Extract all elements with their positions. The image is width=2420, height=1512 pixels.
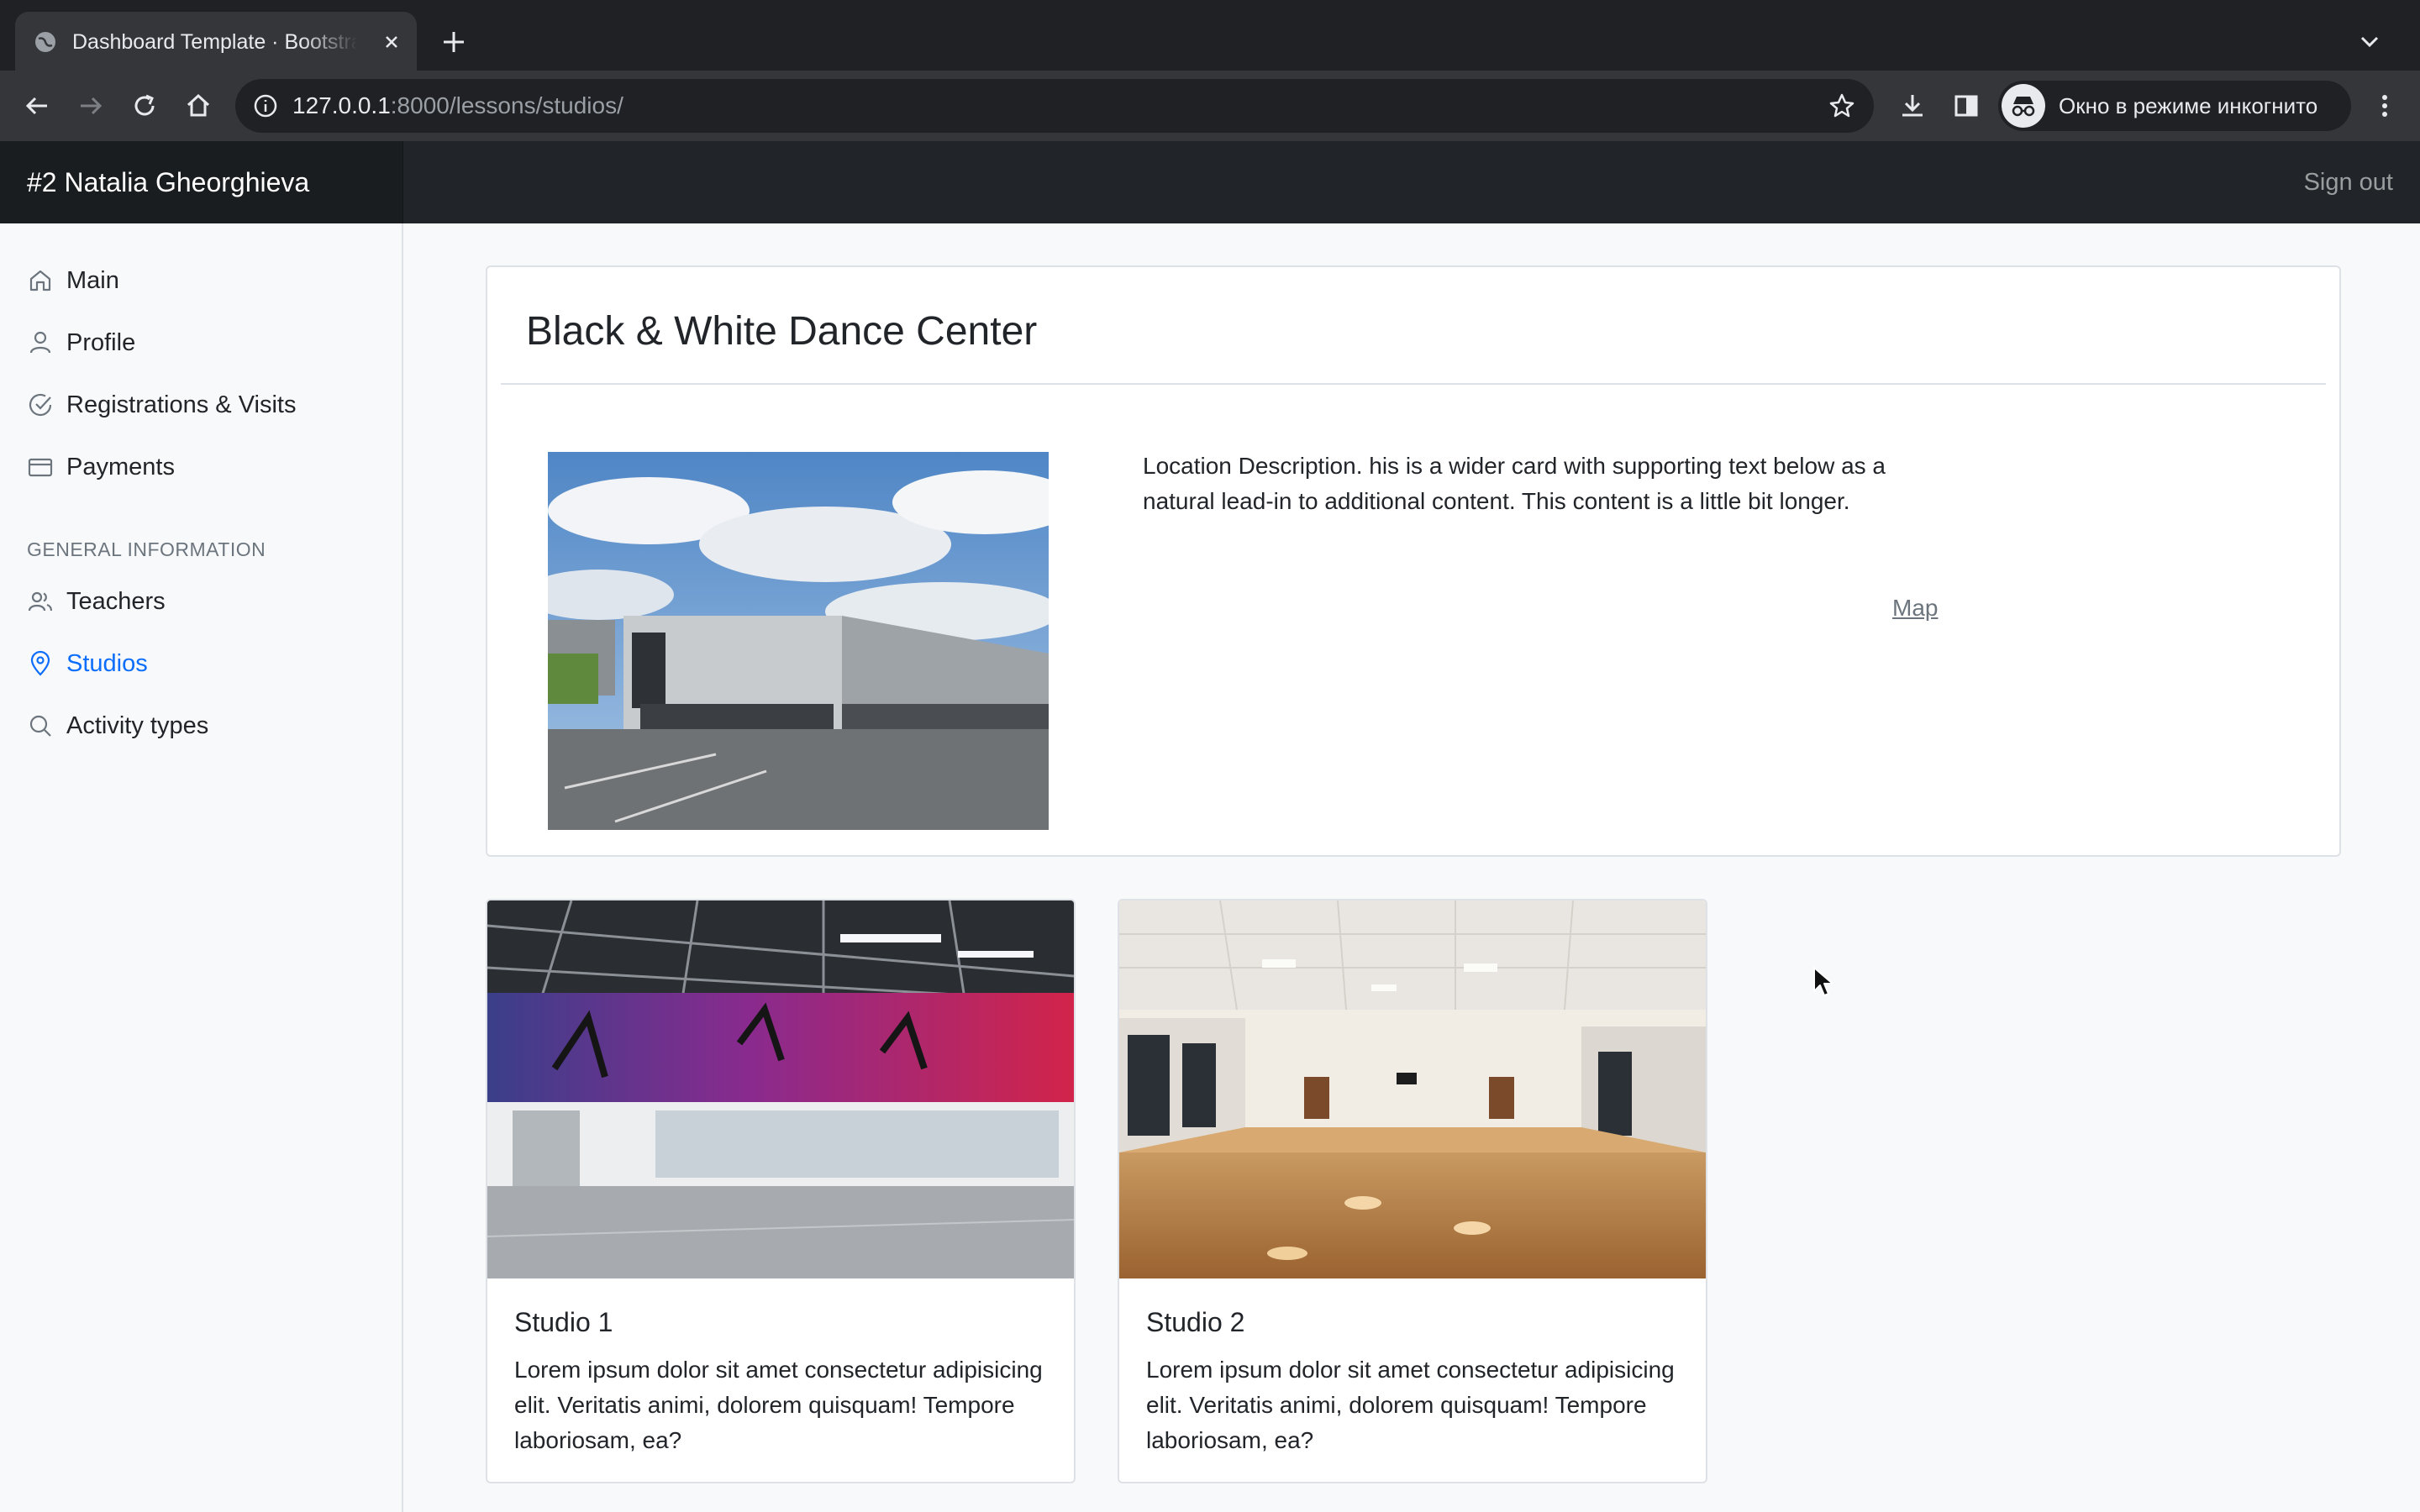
studio-title: Studio 2 — [1146, 1307, 1245, 1337]
sidebar-section-heading: GENERAL INFORMATION — [27, 538, 266, 560]
menu-dots-icon[interactable] — [2368, 89, 2402, 123]
brand-text: #2 Natalia Gheorghieva — [27, 167, 310, 197]
browser-tabstrip: Dashboard Template · Bootstrap — [0, 0, 2420, 71]
studio-photo — [1119, 900, 1706, 1278]
sidebar-item-teachers[interactable]: Teachers — [0, 575, 402, 628]
sidebar-item-label: Profile — [66, 329, 136, 356]
info-icon[interactable] — [252, 92, 279, 119]
sidebar: Main Profile Registrations & Visits Paym… — [0, 223, 403, 1512]
url-path: :8000/lessons/studios/ — [390, 92, 623, 118]
sidebar-item-payments[interactable]: Payments — [0, 440, 402, 494]
location-card: Black & White Dance Center Location Desc… — [486, 265, 2341, 857]
studio-card[interactable]: Studio 2 Lorem ipsum dolor sit amet cons… — [1118, 899, 1707, 1483]
user-icon — [27, 329, 54, 356]
location-description: Location Description. his is a wider car… — [1143, 453, 1886, 514]
incognito-icon — [2002, 84, 2045, 128]
incognito-indicator[interactable]: Окно в режиме инкогнито — [1998, 81, 2351, 131]
brand[interactable]: #2 Natalia Gheorghieva — [0, 141, 403, 223]
sidebar-item-label: Teachers — [66, 588, 166, 615]
globe-icon — [34, 30, 57, 54]
map-link[interactable]: Map — [1892, 593, 1938, 623]
sign-out-link[interactable]: Sign out — [2304, 167, 2393, 197]
browser-toolbar: 127.0.0.1:8000/lessons/studios/ Окно в р… — [0, 71, 2420, 141]
main-content: Black & White Dance Center Location Desc… — [403, 223, 2420, 1512]
sidebar-item-label: Payments — [66, 454, 175, 480]
url-text: 127.0.0.1:8000/lessons/studios/ — [292, 92, 623, 119]
url-host: 127.0.0.1 — [292, 92, 391, 118]
forward-icon[interactable] — [74, 89, 108, 123]
map-pin-icon — [27, 650, 54, 677]
chevron-down-icon[interactable] — [2354, 29, 2385, 55]
incognito-label: Окно в режиме инкогнито — [2059, 93, 2318, 118]
check-circle-icon — [27, 391, 54, 418]
studio-card[interactable]: Studio 1 Lorem ipsum dolor sit amet cons… — [486, 899, 1076, 1483]
sidebar-item-activity-types[interactable]: Activity types — [0, 699, 402, 753]
sidebar-item-label: Activity types — [66, 712, 209, 739]
studio-title: Studio 1 — [514, 1307, 613, 1337]
studio-photo — [487, 900, 1074, 1278]
sidebar-item-studios[interactable]: Studios — [0, 637, 402, 690]
browser-tab[interactable]: Dashboard Template · Bootstrap — [15, 12, 417, 71]
users-icon — [27, 588, 54, 615]
tab-title: Dashboard Template · Bootstrap — [72, 30, 358, 54]
sidebar-item-label: Studios — [66, 650, 148, 677]
reload-icon[interactable] — [128, 89, 161, 123]
search-icon — [27, 712, 54, 739]
sidebar-item-registrations[interactable]: Registrations & Visits — [0, 378, 402, 432]
app-header: #2 Natalia Gheorghieva Sign out — [0, 141, 2420, 223]
home-icon — [27, 267, 54, 294]
location-title: Black & White Dance Center — [526, 309, 1038, 354]
close-icon[interactable] — [378, 29, 405, 55]
sidebar-item-label: Main — [66, 267, 119, 294]
location-photo — [548, 452, 1049, 830]
back-icon[interactable] — [20, 89, 54, 123]
divider — [501, 383, 2326, 385]
download-icon[interactable] — [1896, 89, 1929, 123]
mouse-cursor-icon — [1812, 966, 1835, 1000]
sidebar-item-label: Registrations & Visits — [66, 391, 297, 418]
address-bar[interactable]: 127.0.0.1:8000/lessons/studios/ — [235, 79, 1874, 133]
side-panel-icon[interactable] — [1949, 89, 1983, 123]
credit-card-icon — [27, 454, 54, 480]
new-tab-icon[interactable] — [437, 25, 471, 59]
sidebar-item-main[interactable]: Main — [0, 254, 402, 307]
bookmark-star-icon[interactable] — [1827, 91, 1857, 121]
studio-description: Lorem ipsum dolor sit amet consectetur a… — [1146, 1357, 1675, 1453]
sidebar-item-profile[interactable]: Profile — [0, 316, 402, 370]
home-icon[interactable] — [182, 89, 215, 123]
studio-description: Lorem ipsum dolor sit amet consectetur a… — [514, 1357, 1043, 1453]
